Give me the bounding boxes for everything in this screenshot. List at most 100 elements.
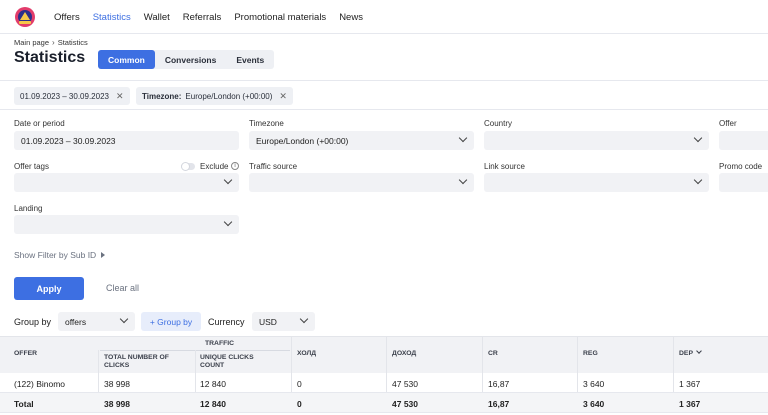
offer-tags-label: Offer tags bbox=[14, 162, 49, 171]
stats-tabs: Common Conversions Events bbox=[98, 50, 275, 69]
chevron-down-icon bbox=[693, 133, 703, 143]
promo-code-label: Promo code bbox=[719, 162, 763, 171]
nav-wallet[interactable]: Wallet bbox=[144, 12, 170, 23]
traffic-source-select[interactable] bbox=[249, 173, 474, 192]
breadcrumb-home[interactable]: Main page bbox=[14, 38, 49, 47]
subid-link-label: Show Filter by Sub ID bbox=[14, 250, 97, 260]
breadcrumb: Main page › Statistics bbox=[14, 38, 88, 47]
tab-common[interactable]: Common bbox=[98, 50, 155, 69]
date-period-value: 01.09.2023 – 30.09.2023 bbox=[21, 135, 116, 146]
nav-news[interactable]: News bbox=[339, 12, 363, 23]
offer-select[interactable] bbox=[719, 131, 768, 150]
cell-cr: 16,87 bbox=[488, 379, 510, 389]
country-select[interactable] bbox=[484, 131, 709, 150]
main-nav: Offers Statistics Wallet Referrals Promo… bbox=[54, 0, 376, 34]
chevron-down-icon bbox=[223, 175, 233, 185]
group-by-value: offers bbox=[65, 316, 87, 327]
col-dep[interactable]: DEP bbox=[679, 348, 702, 358]
nav-statistics[interactable]: Statistics bbox=[93, 12, 131, 23]
col-cr[interactable]: CR bbox=[488, 350, 498, 358]
date-period-input[interactable]: 01.09.2023 – 30.09.2023 bbox=[14, 131, 239, 150]
chevron-down-icon bbox=[299, 314, 309, 324]
group-by-select[interactable]: offers bbox=[58, 312, 135, 331]
country-label: Country bbox=[484, 119, 513, 128]
traffic-group-header: TRAFFIC bbox=[205, 340, 235, 347]
close-icon[interactable]: ✕ bbox=[116, 91, 124, 102]
cell-income: 47 530 bbox=[392, 379, 418, 389]
timezone-chip: Timezone: Europe/London (+00:00) ✕ bbox=[136, 87, 293, 105]
traffic-source-label: Traffic source bbox=[249, 162, 298, 171]
cell-total-income: 47 530 bbox=[392, 399, 418, 409]
chevron-down-icon bbox=[119, 314, 129, 324]
chevron-down-icon bbox=[458, 133, 468, 143]
chevron-right-icon: › bbox=[52, 38, 55, 47]
link-source-select[interactable] bbox=[484, 173, 709, 192]
clear-all-button[interactable]: Clear all bbox=[106, 283, 139, 293]
active-filters-bar: 01.09.2023 – 30.09.2023 ✕ Timezone: Euro… bbox=[0, 80, 768, 110]
cell-reg: 3 640 bbox=[583, 379, 605, 389]
chevron-down-icon bbox=[693, 175, 703, 185]
col-unique-clicks[interactable]: UNIQUE CLICKS COUNT bbox=[200, 354, 275, 370]
col-total-clicks[interactable]: TOTAL NUMBER OF CLICKS bbox=[104, 354, 184, 370]
currency-select[interactable]: USD bbox=[252, 312, 315, 331]
add-group-by-button[interactable]: + Group by bbox=[141, 312, 201, 331]
brand-logo-icon[interactable] bbox=[14, 6, 36, 28]
col-income[interactable]: ДОХОД bbox=[392, 350, 416, 358]
offer-tags-select[interactable] bbox=[14, 173, 239, 192]
top-navbar: Offers Statistics Wallet Referrals Promo… bbox=[0, 0, 768, 34]
cell-offer[interactable]: (122) Binomo bbox=[14, 379, 65, 389]
exclude-toggle[interactable] bbox=[181, 162, 195, 171]
table-row[interactable]: (122) Binomo 38 998 12 840 0 47 530 16,8… bbox=[0, 373, 768, 393]
link-source-label: Link source bbox=[484, 162, 525, 171]
timezone-value: Europe/London (+00:00) bbox=[256, 135, 349, 146]
promo-code-input[interactable] bbox=[719, 173, 768, 192]
col-hold[interactable]: ХОЛД bbox=[297, 350, 316, 358]
cell-unique-clicks: 12 840 bbox=[200, 379, 226, 389]
cell-total-label: Total bbox=[14, 399, 34, 409]
landing-select[interactable] bbox=[14, 215, 239, 234]
landing-label: Landing bbox=[14, 204, 43, 213]
cell-total-clicks-sum: 38 998 bbox=[104, 399, 130, 409]
cell-total-dep: 1 367 bbox=[679, 399, 701, 409]
cell-total-reg: 3 640 bbox=[583, 399, 605, 409]
chevron-down-icon bbox=[458, 175, 468, 185]
currency-value: USD bbox=[259, 316, 277, 327]
caret-right-icon bbox=[101, 252, 106, 258]
currency-label: Currency bbox=[208, 317, 245, 327]
offer-label: Offer bbox=[719, 119, 737, 128]
nav-referrals[interactable]: Referrals bbox=[183, 12, 222, 23]
col-reg[interactable]: REG bbox=[583, 350, 598, 358]
nav-offers[interactable]: Offers bbox=[54, 12, 80, 23]
timezone-chip-value: Europe/London (+00:00) bbox=[185, 91, 273, 101]
nav-promotional-materials[interactable]: Promotional materials bbox=[234, 12, 326, 23]
apply-button[interactable]: Apply bbox=[14, 277, 84, 300]
toggle-knob bbox=[181, 162, 190, 171]
date-chip-label: 01.09.2023 – 30.09.2023 bbox=[20, 91, 109, 101]
col-offer[interactable]: OFFER bbox=[14, 350, 37, 358]
group-by-label: Group by bbox=[14, 317, 52, 327]
timezone-select[interactable]: Europe/London (+00:00) bbox=[249, 131, 474, 150]
cell-total-cr: 16,87 bbox=[488, 399, 510, 409]
table-header: TRAFFIC OFFER TOTAL NUMBER OF CLICKS UNI… bbox=[0, 336, 768, 373]
info-icon[interactable]: i bbox=[231, 162, 239, 170]
cell-total-clicks: 38 998 bbox=[104, 379, 130, 389]
close-icon[interactable]: ✕ bbox=[279, 91, 287, 102]
timezone-chip-key: Timezone: bbox=[142, 91, 182, 101]
exclude-label: Exclude bbox=[200, 162, 229, 171]
timezone-label: Timezone bbox=[249, 119, 284, 128]
sort-down-icon bbox=[696, 348, 702, 354]
cell-dep: 1 367 bbox=[679, 379, 701, 389]
table-total-row: Total 38 998 12 840 0 47 530 16,87 3 640… bbox=[0, 393, 768, 413]
page-title: Statistics bbox=[14, 49, 86, 66]
tab-events[interactable]: Events bbox=[226, 50, 274, 69]
date-period-label: Date or period bbox=[14, 119, 65, 128]
cell-total-hold: 0 bbox=[297, 399, 302, 409]
date-chip: 01.09.2023 – 30.09.2023 ✕ bbox=[14, 87, 130, 105]
breadcrumb-current: Statistics bbox=[57, 38, 88, 47]
tab-conversions[interactable]: Conversions bbox=[155, 50, 227, 69]
show-subid-filter-link[interactable]: Show Filter by Sub ID bbox=[14, 250, 106, 260]
chevron-down-icon bbox=[223, 217, 233, 227]
cell-hold: 0 bbox=[297, 379, 302, 389]
cell-total-unique-sum: 12 840 bbox=[200, 399, 226, 409]
col-dep-label: DEP bbox=[679, 350, 693, 357]
